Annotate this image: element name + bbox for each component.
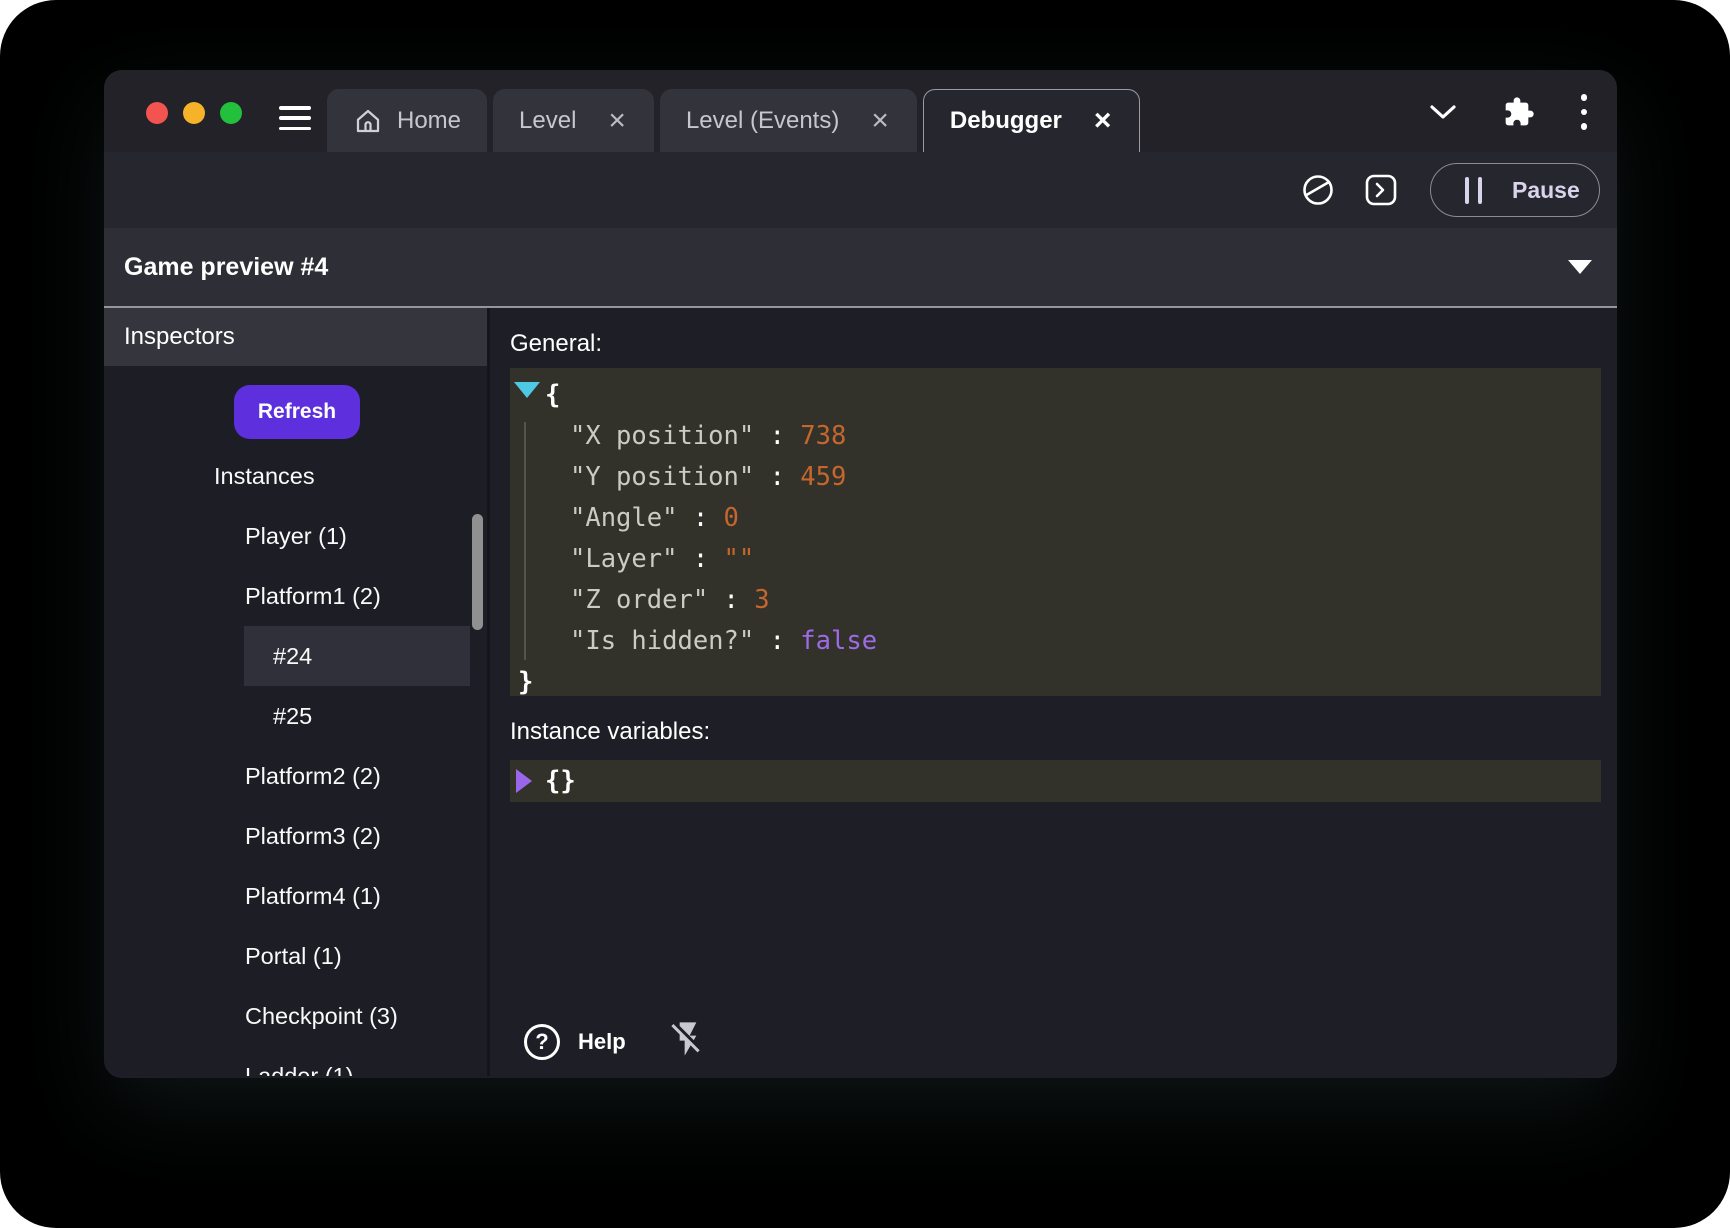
extensions-puzzle-icon[interactable]: [1503, 96, 1535, 128]
pause-icon: [1465, 177, 1482, 204]
tab-level[interactable]: Level ×: [493, 89, 654, 152]
refresh-button[interactable]: Refresh: [234, 385, 360, 439]
tab-label: Level (Events): [686, 107, 839, 135]
titlebar-actions: [1429, 94, 1588, 130]
tab-label: Debugger: [950, 107, 1062, 135]
screen-background: Home Level × Level (Events) × Debugger ×: [0, 0, 1730, 1228]
flash-off-icon[interactable]: [668, 1019, 708, 1064]
more-options-kebab-icon[interactable]: [1581, 94, 1588, 130]
instance-variables-json: {}: [510, 760, 1601, 802]
tree-item-portal[interactable]: Portal (1): [104, 926, 487, 986]
inspectors-header-label: Inspectors: [124, 323, 235, 351]
tab-label: Level: [519, 107, 576, 135]
title-bar: Home Level × Level (Events) × Debugger ×: [104, 70, 1617, 152]
indent-guide: [524, 422, 526, 660]
instance-variables-label: Instance variables:: [510, 718, 1601, 746]
json-property-row[interactable]: "Layer" : "": [510, 539, 1601, 580]
inspectors-sidebar: Inspectors Refresh Instances Player (1) …: [104, 308, 490, 1076]
close-window-button[interactable]: [146, 102, 168, 124]
minimize-window-button[interactable]: [183, 102, 205, 124]
tab-debugger[interactable]: Debugger ×: [923, 89, 1141, 152]
json-property-row[interactable]: "Is hidden?" : false: [510, 621, 1601, 662]
preview-header: Game preview #4: [104, 228, 1617, 308]
preview-title: Game preview #4: [124, 253, 328, 282]
pause-button-label: Pause: [1512, 177, 1580, 204]
profiler-gauge-icon[interactable]: [1300, 172, 1336, 208]
json-property-row[interactable]: "X position" : 738: [510, 416, 1601, 457]
close-tab-icon[interactable]: ×: [1092, 106, 1114, 136]
footer-actions: ? Help: [524, 1019, 708, 1064]
preview-dropdown-chevron-icon[interactable]: [1568, 260, 1592, 274]
tab-level-events[interactable]: Level (Events) ×: [660, 89, 917, 152]
tree-item-instance-25[interactable]: #25: [104, 686, 487, 746]
instance-inspector-panel: General: { "X position" : 738 "Y positio…: [490, 308, 1617, 1076]
tab-bar: Home Level × Level (Events) × Debugger ×: [327, 89, 1140, 152]
expand-toggle-icon[interactable]: [516, 769, 532, 793]
close-tab-icon[interactable]: ×: [869, 106, 891, 136]
close-tab-icon[interactable]: ×: [606, 106, 628, 136]
json-close-brace: }: [510, 662, 1601, 703]
inspectors-header: Inspectors: [104, 308, 487, 366]
pause-button[interactable]: Pause: [1430, 163, 1600, 217]
json-property-row[interactable]: "Angle" : 0: [510, 498, 1601, 539]
tree-item-ladder[interactable]: Ladder (1): [104, 1046, 487, 1076]
tree-item-player[interactable]: Player (1): [104, 506, 487, 566]
debugger-content: Inspectors Refresh Instances Player (1) …: [104, 308, 1617, 1076]
tree-item-instance-24[interactable]: #24: [104, 626, 487, 686]
app-window: Home Level × Level (Events) × Debugger ×: [104, 70, 1617, 1078]
help-icon[interactable]: ?: [524, 1024, 560, 1060]
tree-item-platform1[interactable]: Platform1 (2): [104, 566, 487, 626]
help-button-label[interactable]: Help: [578, 1029, 626, 1055]
sidebar-scrollbar-thumb[interactable]: [472, 514, 483, 630]
main-menu-icon[interactable]: [279, 106, 311, 130]
tab-home[interactable]: Home: [327, 89, 487, 152]
chevron-down-icon[interactable]: [1429, 104, 1457, 120]
console-icon[interactable]: [1364, 173, 1398, 207]
tree-item-platform2[interactable]: Platform2 (2): [104, 746, 487, 806]
tree-item-checkpoint[interactable]: Checkpoint (3): [104, 986, 487, 1046]
collapse-toggle-icon[interactable]: [514, 382, 540, 398]
variables-empty-object: {}: [510, 760, 1601, 802]
zoom-window-button[interactable]: [220, 102, 242, 124]
home-icon: [353, 106, 383, 136]
tree-item-platform4[interactable]: Platform4 (1): [104, 866, 487, 926]
tab-label: Home: [397, 107, 461, 135]
window-controls: [146, 102, 242, 124]
json-property-row[interactable]: "Y position" : 459: [510, 457, 1601, 498]
inspectors-tree-panel: Refresh Instances Player (1) Platform1 (…: [104, 366, 487, 1076]
debugger-toolbar: Pause: [104, 152, 1617, 228]
json-property-row[interactable]: "Z order" : 3: [510, 580, 1601, 621]
tree-item-instances[interactable]: Instances: [104, 446, 487, 506]
json-open-brace: {: [510, 375, 1601, 416]
general-properties-json: { "X position" : 738 "Y position" : 459 …: [510, 368, 1601, 696]
tree-item-platform3[interactable]: Platform3 (2): [104, 806, 487, 866]
instances-tree: Instances Player (1) Platform1 (2) #24 #…: [104, 446, 487, 1076]
general-section-label: General:: [510, 330, 1601, 358]
